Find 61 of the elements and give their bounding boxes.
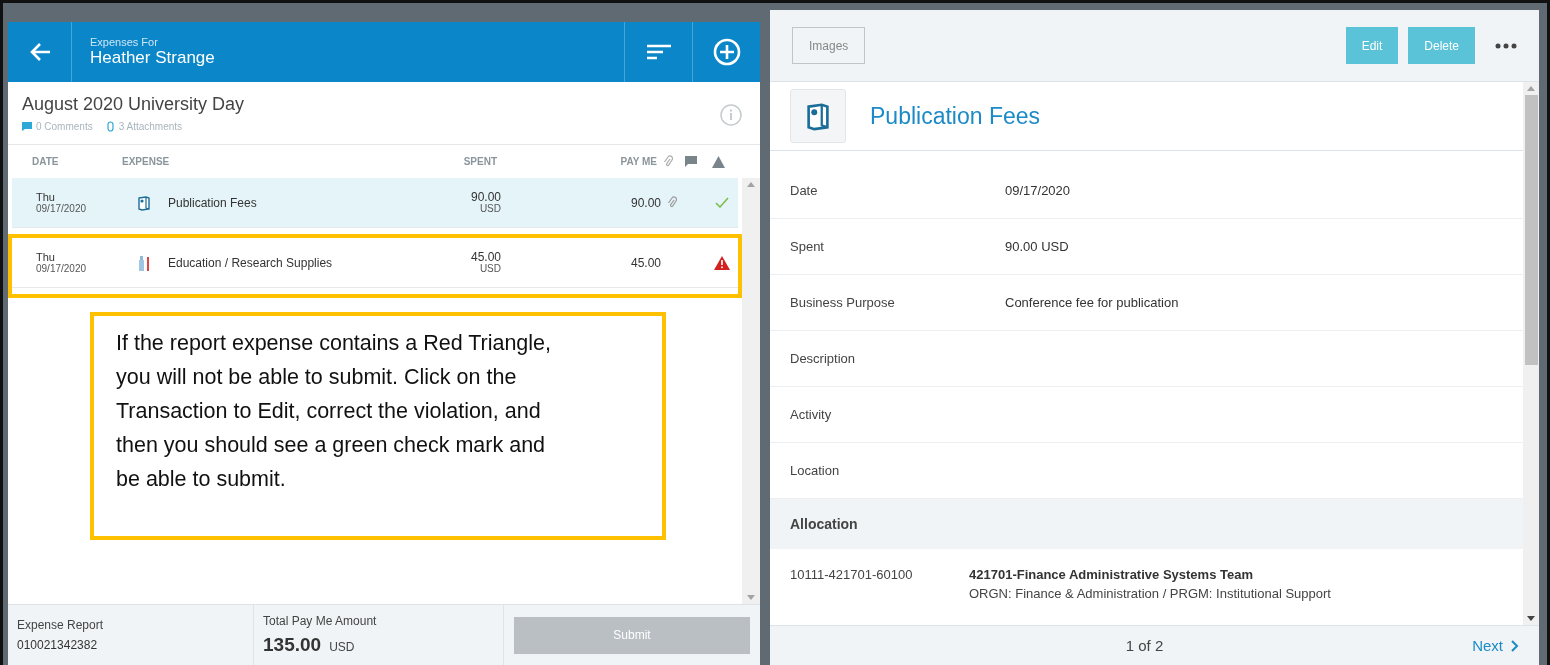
comment-icon	[685, 156, 697, 167]
header-title: Heather Strange	[90, 48, 216, 68]
scroll-up-icon[interactable]	[1527, 86, 1535, 91]
expense-name: Education / Research Supplies	[168, 255, 333, 270]
header-subtitle: Expenses For	[90, 36, 159, 48]
back-arrow-icon	[28, 42, 51, 62]
warning-icon	[711, 155, 725, 168]
images-button[interactable]: Images	[792, 27, 866, 64]
report-number: 010021342382	[17, 638, 99, 652]
pay-me-amount: 45.00	[629, 255, 661, 270]
column-header: EXPENSE	[122, 156, 171, 167]
total-currency: USD	[329, 640, 355, 654]
pay-me-amount: 90.00	[629, 195, 661, 210]
chevron-right-icon	[1511, 639, 1519, 652]
column-header: DATE	[32, 156, 60, 167]
book-icon	[136, 194, 152, 211]
edit-button[interactable]: Edit	[1345, 27, 1399, 64]
spent-amount: 90.00	[470, 191, 501, 203]
next-link[interactable]: Next	[1472, 637, 1519, 654]
more-icon[interactable]	[1495, 42, 1517, 49]
detail-title: Publication Fees	[870, 102, 1041, 130]
row-day: Thu	[36, 251, 136, 263]
scroll-down-icon[interactable]	[1527, 616, 1535, 621]
scroll-up-icon[interactable]	[747, 182, 755, 187]
report-label: Expense Report	[17, 618, 105, 632]
field-label: Description	[790, 351, 857, 366]
spent-currency: USD	[479, 262, 501, 274]
allocation-name: 421701-Finance Administrative Systems Team	[969, 567, 1254, 582]
comment-icon	[22, 122, 32, 131]
field-label: Date	[790, 183, 819, 198]
spent-amount: 45.00	[470, 251, 501, 263]
column-header: SPENT	[462, 156, 497, 167]
attachments-link[interactable]: 3 Attachments	[106, 121, 183, 132]
field-value: Conference fee for publication	[1005, 295, 1180, 310]
plus-circle-icon	[712, 38, 741, 66]
page-indicator: 1 of 2	[1125, 637, 1164, 654]
allocation-detail: ORGN: Finance & Administration / PRGM: Institutional Support	[969, 586, 1332, 601]
annotation-callout: If the report expense contains a Red Triangle, you will not be able to submit. Click on the Transaction to Edit, correct the violation, and then you should see a green check mark and be able to submit.	[90, 312, 666, 540]
spent-currency: USD	[479, 202, 501, 214]
field-label: Activity	[790, 407, 833, 422]
allocation-code: 10111-421701-60100	[790, 567, 914, 584]
sort-icon	[646, 44, 671, 60]
field-label: Location	[790, 463, 841, 478]
total-amount: 135.00	[263, 634, 322, 656]
row-date: 09/17/2020	[36, 202, 88, 214]
field-value: 90.00 USD	[1005, 239, 1070, 254]
scrollbar-thumb[interactable]	[1524, 95, 1538, 365]
allocation-header: Allocation	[770, 499, 1523, 549]
expense-row[interactable]: Thu 09/17/2020 Publication Fees 90.00 USD 90.00	[12, 178, 738, 228]
row-date: 09/17/2020	[36, 262, 88, 274]
total-label: Total Pay Me Amount	[263, 614, 378, 628]
field-label: Spent	[790, 239, 825, 254]
bottle-icon	[136, 253, 152, 272]
delete-button[interactable]: Delete	[1408, 27, 1475, 64]
expense-name: Publication Fees	[168, 195, 257, 210]
row-day: Thu	[36, 191, 136, 203]
field-label: Business Purpose	[790, 295, 896, 310]
column-header: PAY ME	[619, 156, 657, 167]
field-value: 09/17/2020	[1005, 183, 1072, 198]
comments-link[interactable]: 0 Comments	[22, 121, 93, 132]
report-title: August 2020 University Day	[22, 94, 246, 115]
